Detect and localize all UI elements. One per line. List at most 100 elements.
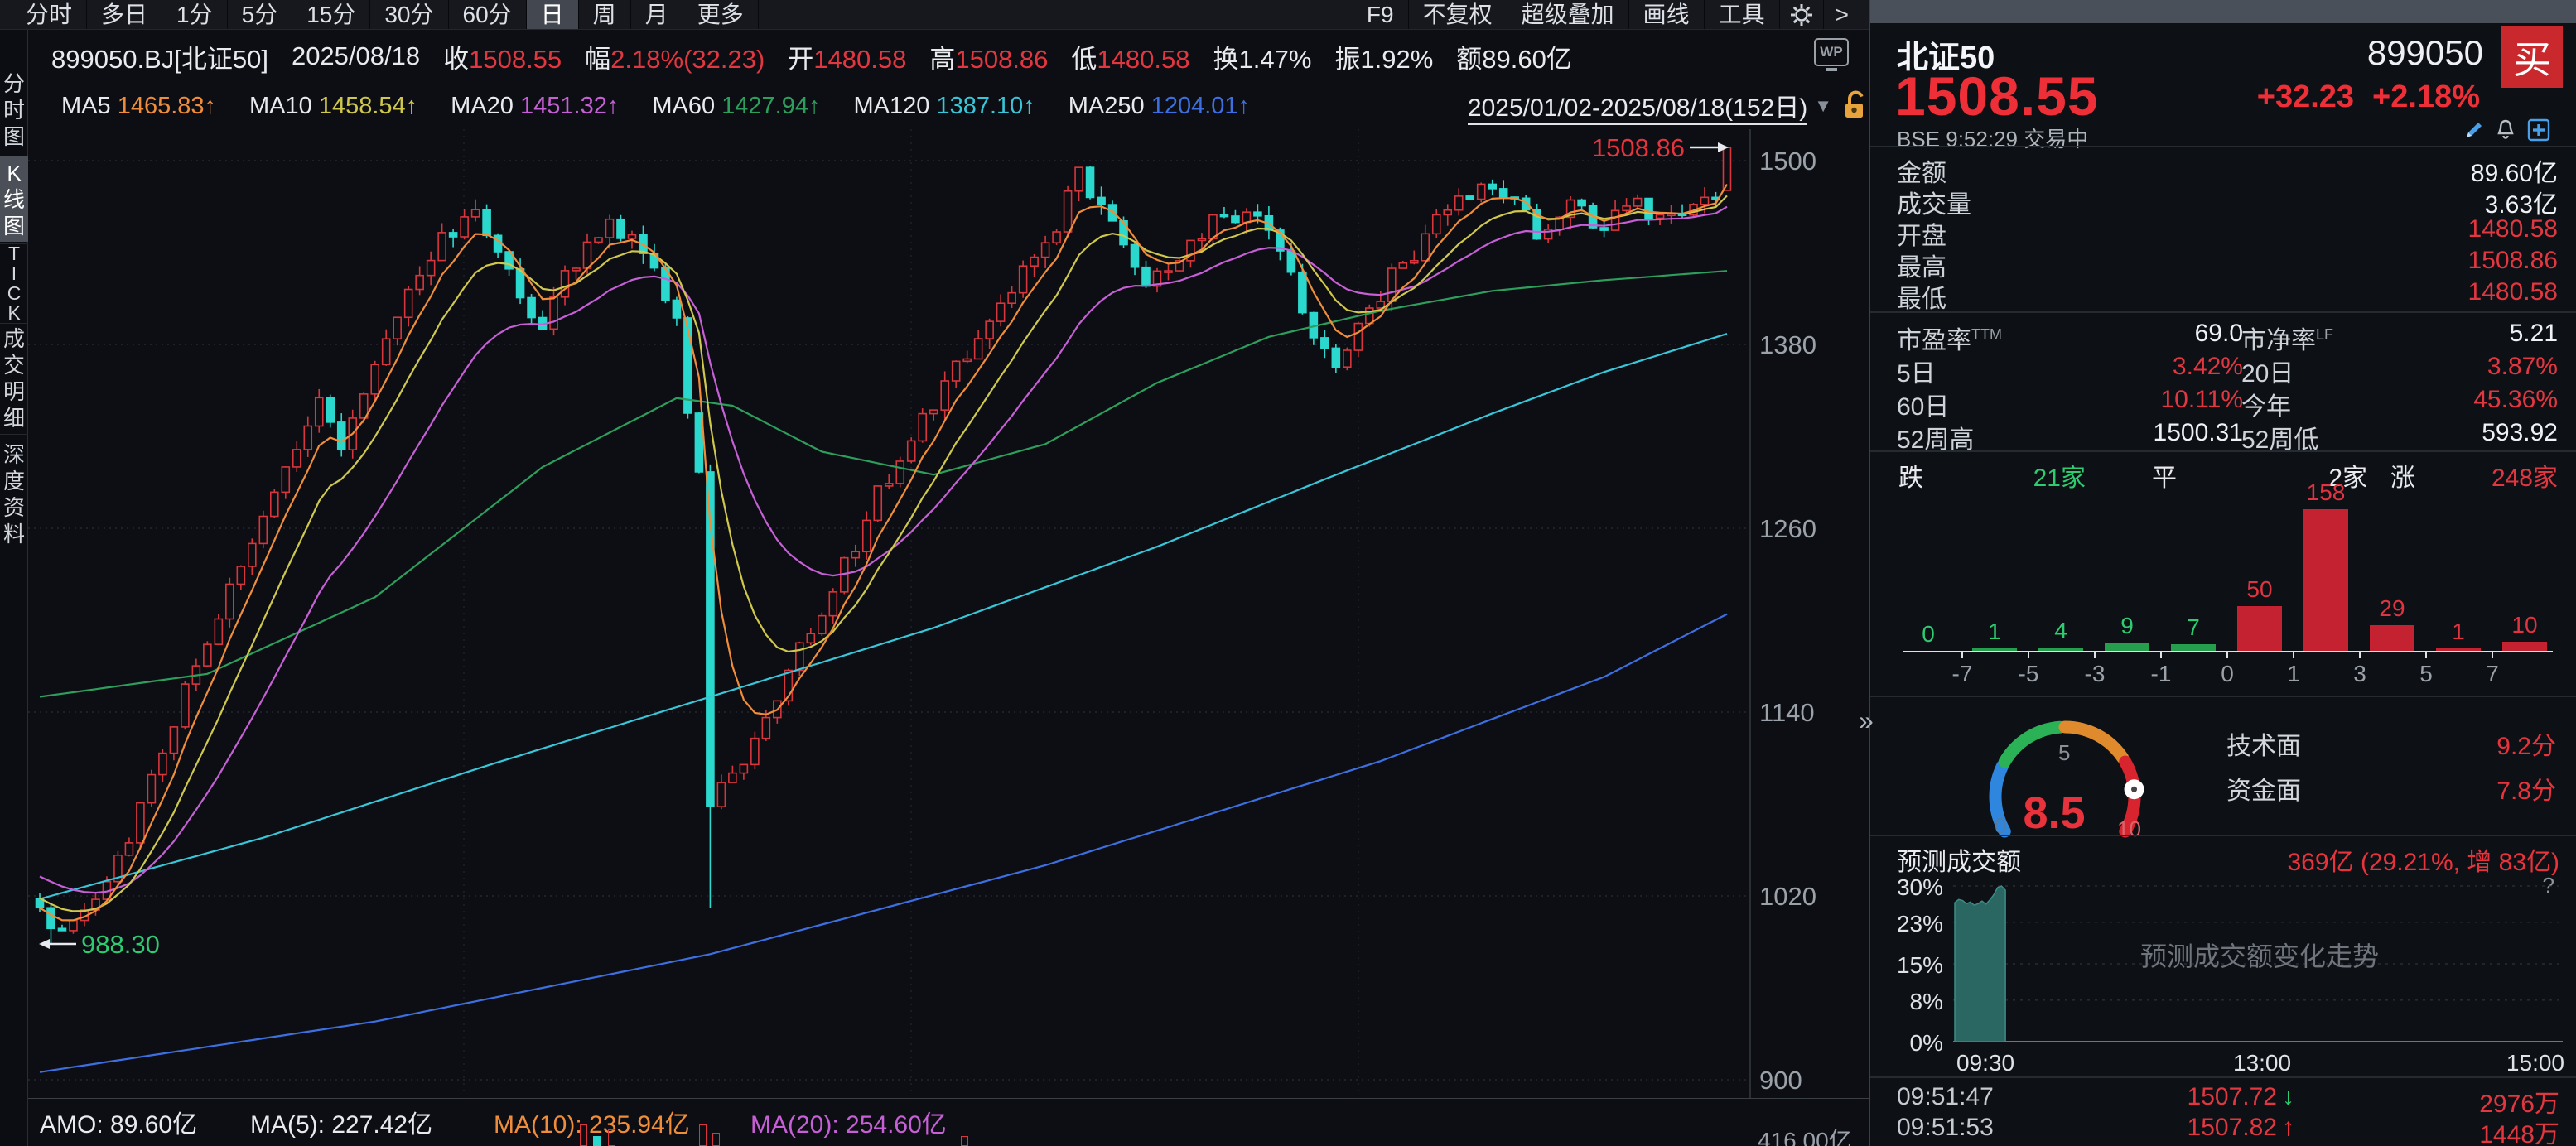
forecast-turnover-value: 369亿 (29.21%, 增 83亿) xyxy=(2288,841,2560,878)
metric-value-60日: 10.11% xyxy=(2119,386,2243,414)
settings-button[interactable] xyxy=(1780,0,1824,29)
hist-tick xyxy=(2359,651,2361,658)
period-tab-5分[interactable]: 5分 xyxy=(228,0,293,29)
ma-readout-MA120: MA120 1387.10↑ xyxy=(832,93,1035,120)
forecast-y-label: 15% xyxy=(1877,952,1943,979)
quote-date: 2025/08/18 xyxy=(292,41,420,71)
left-view-sidebar: 分时图K线图TICK成交明细深度资料 xyxy=(0,30,28,1146)
volume-bar xyxy=(699,1124,707,1146)
tick-row[interactable]: 09:51:531507.82↑1448万 xyxy=(1870,1114,2576,1144)
period-tab-月[interactable]: 月 xyxy=(631,0,683,29)
quote-field-开: 开1480.58 xyxy=(788,38,906,75)
stat-value-开盘: 1480.58 xyxy=(2468,215,2558,243)
period-tab-日[interactable]: 日 xyxy=(527,0,579,29)
sidebar-tab-K线图[interactable]: K线图 xyxy=(0,156,28,242)
edit-pencil-icon[interactable] xyxy=(2462,118,2487,142)
stock-app-window: 分时多日1分5分15分30分60分日周月更多 F9不复权超级叠加画线工具 > 8… xyxy=(0,0,2576,1146)
period-tab-多日[interactable]: 多日 xyxy=(87,0,162,29)
tick-time: 09:51:47 xyxy=(1897,1083,1994,1111)
period-tab-30分[interactable]: 30分 xyxy=(370,0,448,29)
sidebar-tab-深度资料[interactable]: 深度资料 xyxy=(0,434,28,553)
hist-x-label: 7 xyxy=(2463,661,2521,687)
sidebar-tab-分时图[interactable]: 分时图 xyxy=(0,65,28,154)
tick-list[interactable]: 09:51:471507.72↓2976万09:51:531507.82↑144… xyxy=(1870,1080,2576,1146)
score-label-技术面: 技术面 xyxy=(2226,725,2301,762)
toolbar-button-超级叠加[interactable]: 超级叠加 xyxy=(1507,0,1629,29)
period-tab-更多[interactable]: 更多 xyxy=(683,0,759,29)
period-tab-60分[interactable]: 60分 xyxy=(449,0,527,29)
hist-bar xyxy=(2038,648,2083,651)
buy-button[interactable]: 买 xyxy=(2501,26,2563,88)
score-label-资金面: 资金面 xyxy=(2226,770,2301,807)
sidebar-tab-char: 时 xyxy=(3,97,25,123)
panel-collapse-handle[interactable]: » xyxy=(1859,705,1874,736)
divider xyxy=(1870,696,2576,697)
hist-x-label: -1 xyxy=(2132,661,2190,687)
alert-bell-icon[interactable] xyxy=(2493,118,2518,142)
forecast-x-label: 15:00 xyxy=(2506,1050,2564,1076)
quote-field-换: 换1.47% xyxy=(1213,38,1311,75)
kline-chart[interactable]: 150013801260114010209001508.86988.30 xyxy=(28,129,1869,1098)
period-tab-分时[interactable]: 分时 xyxy=(12,0,87,29)
hist-bar-value: 50 xyxy=(2226,576,2293,603)
ma-readout-MA250: MA250 1204.01↑ xyxy=(1047,93,1250,120)
divider xyxy=(1870,146,2576,147)
hist-bar-value: 1 xyxy=(2425,619,2492,645)
divider xyxy=(1870,450,2576,452)
sidebar-tab-char: T xyxy=(8,243,20,263)
index-code: 899050 xyxy=(2367,33,2483,73)
gear-icon xyxy=(1790,3,1813,26)
toolbar-actions: F9不复权超级叠加画线工具 xyxy=(1353,0,1780,29)
hist-bar xyxy=(2370,625,2414,651)
svg-text:900: 900 xyxy=(1759,1066,1802,1095)
svg-text:1500: 1500 xyxy=(1759,147,1816,176)
tick-amount: 1448万 xyxy=(2479,1114,2559,1146)
toolbar-expand-chevron[interactable]: > xyxy=(1824,0,1860,29)
hist-bar-value: 1 xyxy=(1961,619,2028,645)
sidebar-tab-成交明细[interactable]: 成交明细 xyxy=(0,323,28,432)
hist-bar-value: 10 xyxy=(2492,612,2558,638)
sentiment-gauge: 05108.5 xyxy=(1961,704,2168,845)
down-arrow-icon: ↓ xyxy=(2282,1083,2294,1111)
sidebar-tab-char: 度 xyxy=(3,468,25,494)
score-value-技术面: 9.2分 xyxy=(2496,725,2556,762)
toolbar-button-不复权[interactable]: 不复权 xyxy=(1409,0,1507,29)
svg-text:1140: 1140 xyxy=(1759,698,1815,727)
period-tab-周[interactable]: 周 xyxy=(579,0,631,29)
toolbar-button-画线[interactable]: 画线 xyxy=(1629,0,1705,29)
sidebar-tab-TICK[interactable]: TICK xyxy=(0,243,28,321)
quote-side-panel: » 北证50 899050 买 1508.55 +32.23 +2.18% BS… xyxy=(1869,0,2576,1146)
toolbar-button-工具[interactable]: 工具 xyxy=(1705,0,1780,29)
period-toolbar: 分时多日1分5分15分30分60分日周月更多 F9不复权超级叠加画线工具 > xyxy=(0,0,1869,30)
period-tab-1分[interactable]: 1分 xyxy=(162,0,228,29)
hist-bar xyxy=(2436,648,2481,651)
metric-label-5日: 5日 xyxy=(1897,353,1936,389)
metric-value-市净率: 5.21 xyxy=(2510,320,2558,348)
ma-readout-MA60: MA60 1427.94↑ xyxy=(630,93,820,120)
quote-field-收: 收1508.55 xyxy=(443,38,562,75)
toolbar-right: F9不复权超级叠加画线工具 > xyxy=(1353,0,1869,29)
hist-bar-value: 4 xyxy=(2028,618,2094,644)
svg-text:1260: 1260 xyxy=(1759,514,1816,543)
hist-bar-value: 7 xyxy=(2160,614,2226,641)
period-tab-15分[interactable]: 15分 xyxy=(292,0,370,29)
date-range-text[interactable]: 2025/01/02-2025/08/18(152日) xyxy=(1468,87,1807,125)
unlock-icon[interactable] xyxy=(1842,89,1869,123)
hist-bar xyxy=(2171,644,2216,651)
toolbar-button-F9[interactable]: F9 xyxy=(1353,0,1409,29)
sidebar-tab-char: K xyxy=(7,303,20,323)
market-status: BSE 9:52:29 交易中 xyxy=(1897,123,2088,153)
quote-field-高: 高1508.86 xyxy=(929,38,1048,75)
tick-row[interactable]: 09:51:471507.72↓2976万 xyxy=(1870,1083,2576,1114)
wp-monitor-icon[interactable]: WP xyxy=(1814,38,1849,66)
hist-bar xyxy=(1972,648,2017,651)
up-arrow-icon: ↑ xyxy=(2282,1114,2294,1142)
hist-tick xyxy=(2094,651,2096,658)
quote-fields: 收1508.55幅2.18%(32.23)开1480.58高1508.86低14… xyxy=(420,38,1572,75)
add-plus-icon[interactable] xyxy=(2526,118,2551,142)
forecast-y-label: 8% xyxy=(1877,989,1943,1015)
quote-info-row: 899050.BJ[北证50] 2025/08/18 收1508.55幅2.18… xyxy=(28,31,1869,81)
ma-values: MA5 1465.83↑MA10 1458.54↑MA20 1451.32↑MA… xyxy=(28,93,1250,120)
date-range-control: 2025/01/02-2025/08/18(152日) ▼ xyxy=(1468,87,1869,125)
chevron-down-icon[interactable]: ▼ xyxy=(1814,95,1832,117)
